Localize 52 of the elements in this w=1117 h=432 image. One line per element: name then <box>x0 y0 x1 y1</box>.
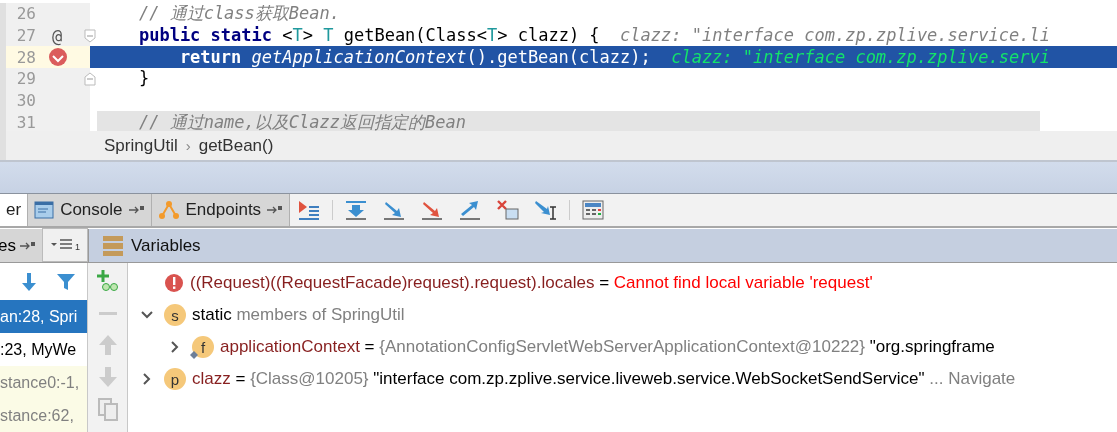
code-line: public static <T> T getBean(Class<T> clazz) { clazz: "interface com.zp.zplive.service.li <box>137 25 1050 47</box>
variables-icon <box>103 234 123 257</box>
endpoints-icon <box>157 200 180 220</box>
variable-text: static members of SpringUtil <box>192 305 405 325</box>
pin-icon[interactable] <box>267 205 284 215</box>
evaluate-expression-icon[interactable] <box>582 200 605 220</box>
breakpoint-icon[interactable] <box>48 47 68 68</box>
filter-icon[interactable] <box>56 271 76 292</box>
stack-frame[interactable]: stance0:-1, <box>0 366 87 399</box>
code-line: return getApplicationContext().getBean(clazz); clazz: "interface com.zp.zplive.servi <box>178 46 1050 68</box>
panel-title: Variables <box>131 235 201 256</box>
tool-tab[interactable]: Console <box>28 194 152 226</box>
run-to-cursor-icon[interactable] <box>534 199 559 221</box>
force-step-into-icon[interactable] <box>420 199 445 221</box>
line-number: 27 <box>15 26 36 46</box>
breadcrumb-separator: › <box>185 137 191 154</box>
stack-frame[interactable]: an:28, Spri <box>0 300 87 333</box>
annotation-marker[interactable]: @ <box>52 25 63 46</box>
dropdown-list-icon <box>50 238 74 252</box>
variable-type-badge: p <box>164 368 186 390</box>
variable-type-badge: f <box>192 336 214 358</box>
variable-text: clazz = {Class@10205} "interface com.zp.zplive.service.liveweb.service.WebSocketSendService" ... Navigate <box>192 369 1016 389</box>
variable-text: applicationContext = {AnnotationConfigServletWebServerApplicationContext@10222} "org.springframe <box>220 337 995 357</box>
stack-frame[interactable]: stance:62, <box>0 399 87 432</box>
step-over-icon[interactable] <box>344 199 369 221</box>
show-execution-point-icon[interactable] <box>297 199 322 221</box>
line-number: 31 <box>15 112 36 131</box>
pin-icon[interactable] <box>128 205 145 215</box>
variable-text: ((Request)((RequestFacade)request).request).locales = Cannot find local variable 'request' <box>190 273 873 293</box>
tool-tab[interactable]: er <box>0 194 29 226</box>
breadcrumb-item[interactable]: getBean() <box>198 135 274 156</box>
drop-frame-icon[interactable] <box>496 199 521 221</box>
line-number: 28 <box>15 47 36 67</box>
error-icon <box>164 273 184 293</box>
fold-start-icon[interactable] <box>84 28 96 43</box>
access-icon <box>190 351 198 359</box>
pin-icon[interactable] <box>19 240 36 251</box>
variable-type-badge: s <box>164 304 186 326</box>
arrow-down-icon[interactable] <box>20 271 38 292</box>
step-out-icon[interactable] <box>458 199 483 221</box>
breadcrumb-item[interactable]: SpringUtil <box>104 135 178 156</box>
tool-tab[interactable]: Endpoints <box>151 194 291 226</box>
code-line: // 通过class获取Bean. <box>137 3 340 25</box>
add-watch-icon[interactable] <box>95 269 120 293</box>
line-number: 30 <box>15 91 36 111</box>
step-into-icon[interactable] <box>382 199 407 221</box>
line-number: 26 <box>15 4 36 24</box>
code-line: } <box>137 68 150 90</box>
console-icon <box>34 201 55 219</box>
line-number: 29 <box>15 69 36 89</box>
code-line: // 通过name,以及Clazz返回指定的Bean <box>137 111 466 131</box>
thread-dropdown[interactable]: 1 <box>42 228 88 262</box>
